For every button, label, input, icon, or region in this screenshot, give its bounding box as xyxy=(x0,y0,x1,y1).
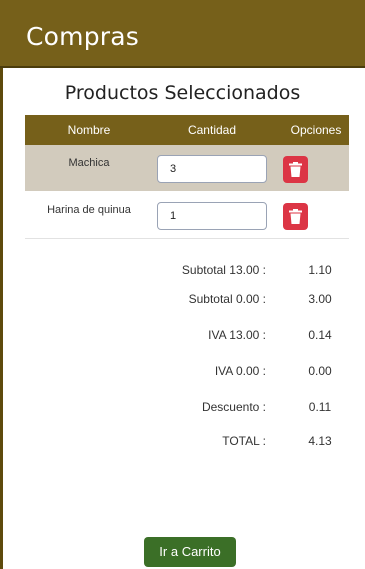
total-value: 4.13 xyxy=(308,434,332,448)
delete-button[interactable] xyxy=(283,156,308,183)
column-header-nombre: Nombre xyxy=(67,123,111,137)
table-row: Harina de quinua 1 xyxy=(25,192,349,239)
iva-13-label: IVA 13.00 : xyxy=(208,328,266,342)
subtotal-0-value: 3.00 xyxy=(308,292,332,306)
section-title: Productos Seleccionados xyxy=(64,82,301,104)
trash-icon xyxy=(289,209,302,224)
subtotal-13-value: 1.10 xyxy=(308,263,332,277)
app-header: Compras xyxy=(0,0,365,68)
page-title: Compras xyxy=(26,22,139,51)
product-name: Harina de quinua xyxy=(47,204,131,216)
iva-0-label: IVA 0.00 : xyxy=(214,364,266,378)
table-row: Machica 3 xyxy=(25,145,349,191)
iva-13-value: 0.14 xyxy=(308,328,332,342)
quantity-input[interactable]: 1 xyxy=(157,202,267,230)
subtotal-0-label: Subtotal 0.00 : xyxy=(188,292,266,306)
iva-0-value: 0.00 xyxy=(308,364,332,378)
trash-icon xyxy=(289,162,302,177)
go-to-cart-button[interactable]: Ir a Carrito xyxy=(144,537,236,567)
column-header-opciones: Opciones xyxy=(290,123,342,137)
product-name: Machica xyxy=(68,157,110,169)
descuento-value: 0.11 xyxy=(308,400,332,414)
subtotal-13-label: Subtotal 13.00 : xyxy=(181,263,266,277)
quantity-input[interactable]: 3 xyxy=(157,155,267,183)
total-label: TOTAL : xyxy=(222,434,266,448)
delete-button[interactable] xyxy=(283,203,308,230)
table-header: Nombre Cantidad Opciones xyxy=(25,115,349,145)
descuento-label: Descuento : xyxy=(201,400,266,414)
column-header-cantidad: Cantidad xyxy=(187,123,237,137)
